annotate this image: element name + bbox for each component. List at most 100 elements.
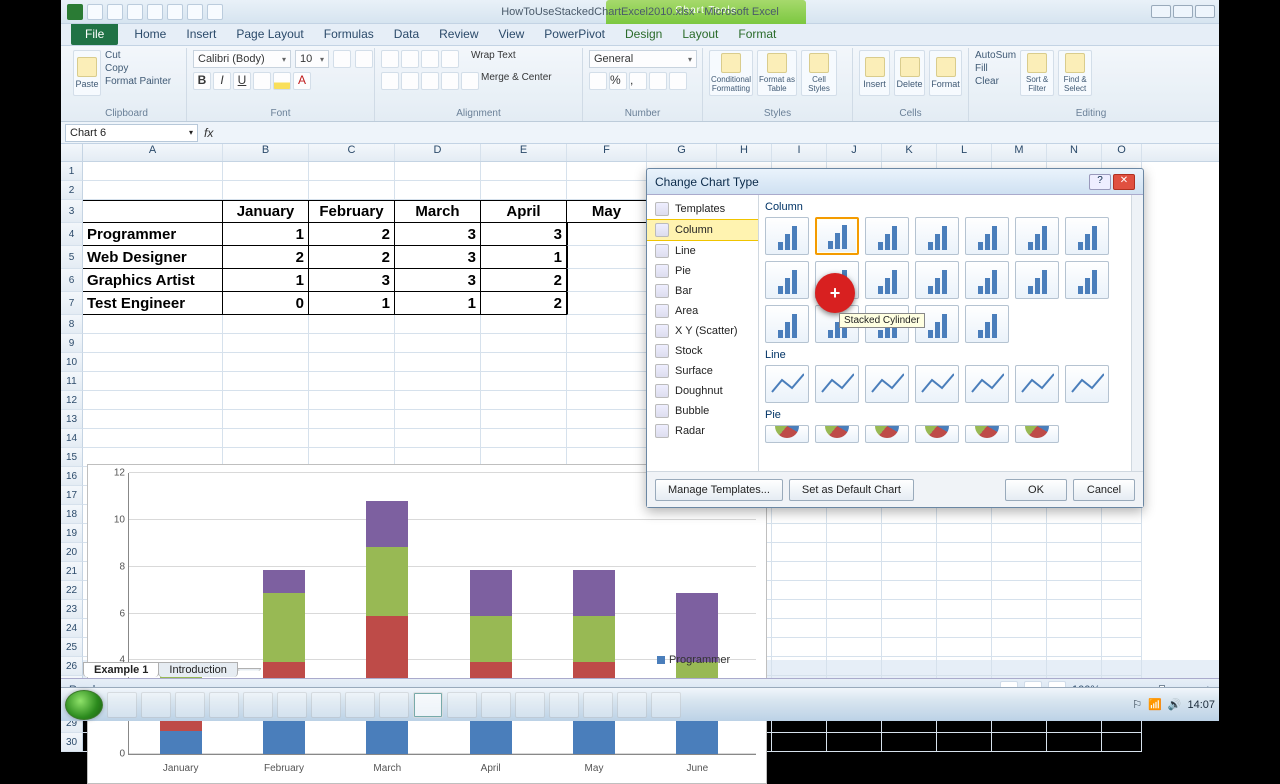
row-header[interactable]: 16 — [61, 467, 83, 486]
cell[interactable] — [83, 334, 223, 353]
tab-layout[interactable]: Layout — [672, 24, 728, 45]
cell[interactable] — [1047, 543, 1102, 562]
row-header[interactable]: 2 — [61, 181, 83, 200]
cell[interactable] — [309, 315, 395, 334]
chart-type-thumb[interactable] — [765, 305, 809, 343]
new-sheet-button[interactable] — [237, 668, 261, 671]
cell[interactable] — [992, 619, 1047, 638]
row-header[interactable]: 20 — [61, 543, 83, 562]
tab-page-layout[interactable]: Page Layout — [226, 24, 313, 45]
cell[interactable] — [309, 181, 395, 200]
align-bottom-icon[interactable] — [421, 50, 439, 68]
cell[interactable] — [827, 638, 882, 657]
cell[interactable] — [882, 543, 937, 562]
row-header[interactable]: 4 — [61, 223, 83, 246]
row-header[interactable]: 7 — [61, 292, 83, 315]
set-default-chart-button[interactable]: Set as Default Chart — [789, 479, 914, 501]
cell[interactable]: April — [481, 200, 567, 223]
cell[interactable] — [1047, 581, 1102, 600]
chart-type-thumb[interactable] — [915, 365, 959, 403]
cell[interactable] — [772, 619, 827, 638]
cell[interactable] — [937, 638, 992, 657]
percent-icon[interactable]: % — [609, 72, 627, 90]
cell[interactable] — [567, 315, 647, 334]
chart-type-thumb[interactable] — [1015, 217, 1059, 255]
number-format-combo[interactable]: General▾ — [589, 50, 697, 68]
cell[interactable]: 2 — [481, 269, 567, 292]
chart-category-item[interactable]: Radar — [647, 421, 758, 441]
cell[interactable] — [223, 181, 309, 200]
cell[interactable] — [223, 162, 309, 181]
tray-sound-icon[interactable]: 🔊 — [1168, 698, 1182, 711]
col-header[interactable]: H — [717, 144, 772, 161]
restore-button[interactable] — [1173, 5, 1193, 18]
cell[interactable] — [1047, 562, 1102, 581]
chart-type-thumb[interactable] — [1015, 261, 1059, 299]
currency-icon[interactable] — [589, 72, 607, 90]
cell[interactable] — [223, 429, 309, 448]
cell[interactable] — [83, 410, 223, 429]
cell[interactable] — [992, 543, 1047, 562]
chart-category-item[interactable]: Bar — [647, 281, 758, 301]
col-header[interactable]: L — [937, 144, 992, 161]
taskbar-app5-icon[interactable] — [617, 692, 647, 718]
bar-segment[interactable] — [366, 616, 408, 685]
bar-segment[interactable] — [676, 593, 718, 662]
wrap-text-button[interactable]: Wrap Text — [471, 50, 516, 68]
cell[interactable] — [223, 410, 309, 429]
cell[interactable]: 3 — [395, 223, 481, 246]
cell[interactable] — [772, 638, 827, 657]
align-top-icon[interactable] — [381, 50, 399, 68]
cell[interactable] — [1102, 562, 1142, 581]
cell[interactable] — [223, 334, 309, 353]
cell[interactable] — [827, 524, 882, 543]
cell[interactable] — [83, 353, 223, 372]
col-header[interactable]: M — [992, 144, 1047, 161]
cell[interactable] — [772, 600, 827, 619]
chart-type-thumb[interactable] — [865, 217, 909, 255]
cell[interactable]: 3 — [481, 223, 567, 246]
chart-type-thumb[interactable] — [765, 261, 809, 299]
row-header[interactable]: 6 — [61, 269, 83, 292]
insert-cells-button[interactable]: Insert — [859, 50, 890, 96]
select-all-corner[interactable] — [61, 144, 83, 161]
chart-category-item[interactable]: Doughnut — [647, 381, 758, 401]
cell[interactable] — [309, 410, 395, 429]
row-header[interactable]: 1 — [61, 162, 83, 181]
cell[interactable] — [395, 391, 481, 410]
bar-stack[interactable]: May — [573, 570, 615, 754]
dialog-scrollbar[interactable] — [1131, 195, 1143, 471]
dialog-close-button[interactable]: ✕ — [1113, 174, 1135, 190]
cell[interactable]: 3 — [395, 269, 481, 292]
cell[interactable] — [992, 638, 1047, 657]
cell[interactable] — [481, 181, 567, 200]
col-header[interactable]: I — [772, 144, 827, 161]
cell[interactable] — [1047, 657, 1102, 676]
taskbar-chrome-icon[interactable] — [175, 692, 205, 718]
chart-type-thumb[interactable] — [765, 425, 809, 443]
chart-type-thumb[interactable] — [915, 425, 959, 443]
cell[interactable]: 1 — [309, 292, 395, 315]
row-header[interactable]: 30 — [61, 733, 83, 752]
cell[interactable] — [481, 162, 567, 181]
cell[interactable]: 2 — [223, 246, 309, 269]
bar-segment[interactable] — [470, 570, 512, 616]
chart-type-thumb[interactable] — [1015, 425, 1059, 443]
chart-type-thumb[interactable] — [815, 365, 859, 403]
cell[interactable] — [395, 181, 481, 200]
taskbar-app6-icon[interactable] — [651, 692, 681, 718]
cell[interactable] — [309, 372, 395, 391]
col-header[interactable]: A — [83, 144, 223, 161]
row-header[interactable]: 3 — [61, 200, 83, 223]
fill-button[interactable]: Fill — [975, 63, 1016, 74]
cell[interactable] — [1047, 638, 1102, 657]
inc-decimal-icon[interactable] — [649, 72, 667, 90]
row-header[interactable]: 25 — [61, 638, 83, 657]
font-name-combo[interactable]: Calibri (Body)▾ — [193, 50, 291, 68]
chart-type-thumb[interactable] — [965, 425, 1009, 443]
cell[interactable] — [772, 657, 827, 676]
bar-stack[interactable]: June — [676, 593, 718, 754]
dialog-title-bar[interactable]: Change Chart Type ? ✕ — [647, 169, 1143, 195]
format-painter-button[interactable]: Format Painter — [105, 76, 171, 87]
cell[interactable] — [827, 657, 882, 676]
